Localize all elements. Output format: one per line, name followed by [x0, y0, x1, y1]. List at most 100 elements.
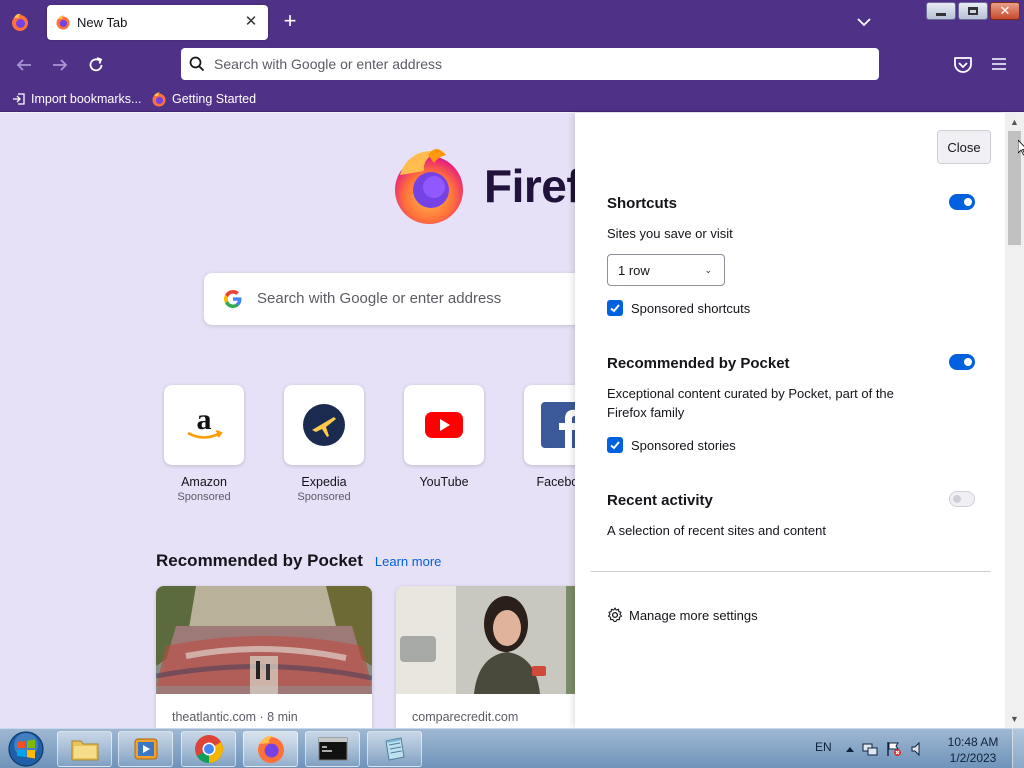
notepad-icon: [384, 737, 405, 761]
chrome-icon: [194, 735, 223, 763]
scroll-up-icon[interactable]: ▲: [1010, 117, 1019, 127]
tab-strip: New Tab ✕ + ✕: [0, 0, 1024, 44]
reload-button[interactable]: [83, 53, 109, 77]
tab-close-icon[interactable]: ✕: [241, 12, 261, 32]
tab-title: New Tab: [77, 15, 128, 30]
marathon-street-image: [156, 586, 372, 694]
pocket-card-image: [156, 586, 372, 694]
pocket-heading: Recommended by Pocket Learn more: [156, 551, 441, 571]
bookmark-getting-started[interactable]: Getting Started: [151, 90, 256, 108]
shortcut-amazon[interactable]: a Amazon Sponsored: [164, 385, 244, 503]
checkmark-icon: [610, 441, 620, 450]
system-clock[interactable]: 10:48 AM 1/2/2023: [942, 734, 1004, 766]
bookmark-import[interactable]: Import bookmarks...: [12, 90, 141, 108]
forward-button[interactable]: [47, 53, 73, 77]
pocket-toggle[interactable]: [949, 354, 975, 370]
terminal-icon: [318, 737, 347, 761]
network-icon[interactable]: [862, 741, 878, 757]
restore-icon: [968, 7, 978, 15]
new-tab-button[interactable]: +: [277, 9, 303, 35]
shortcuts-toggle[interactable]: [949, 194, 975, 210]
svg-text:a: a: [197, 405, 212, 436]
manage-settings-label: Manage more settings: [629, 607, 758, 623]
taskbar-chrome[interactable]: [181, 731, 236, 767]
nav-bar: [0, 44, 1024, 86]
taskbar-notepad[interactable]: [367, 731, 422, 767]
scroll-down-icon[interactable]: ▼: [1010, 714, 1019, 724]
bookmark-label: Getting Started: [172, 92, 257, 106]
shortcut-sponsored-label: Sponsored: [177, 491, 231, 503]
minimize-button[interactable]: [926, 2, 956, 20]
mouse-cursor-icon: [1018, 140, 1024, 156]
action-center-flag-icon[interactable]: [886, 741, 902, 757]
firefox-icon: [56, 15, 70, 30]
window-controls: ✕: [926, 2, 1020, 20]
taskbar-explorer[interactable]: [57, 731, 112, 767]
newtab-search-placeholder: Search with Google or enter address: [257, 290, 502, 307]
learn-more-link[interactable]: Learn more: [375, 554, 441, 569]
sponsored-shortcuts-row[interactable]: Sponsored shortcuts: [607, 299, 750, 317]
list-all-tabs-icon[interactable]: [852, 12, 876, 32]
taskbar-media-player[interactable]: [118, 731, 173, 767]
taskbar-command-prompt[interactable]: [305, 731, 360, 767]
rows-select-value: 1 row: [618, 263, 650, 278]
system-tray: [846, 741, 926, 757]
pocket-section-title: Recommended by Pocket: [607, 355, 790, 372]
shortcuts-section-title: Shortcuts: [607, 195, 678, 212]
recent-activity-toggle[interactable]: [949, 491, 975, 507]
checkmark-icon: [610, 304, 620, 313]
clock-date: 1/2/2023: [949, 751, 997, 765]
chevron-down-icon: ⌄: [704, 265, 712, 275]
back-button[interactable]: [11, 53, 37, 77]
shortcuts-section-desc: Sites you save or visit: [607, 226, 733, 241]
google-icon: [224, 290, 242, 308]
page-scrollbar[interactable]: ▲ ▼: [1005, 113, 1024, 728]
bookmarks-toolbar: Import bookmarks... Getting Started: [0, 86, 1024, 112]
sponsored-shortcuts-checkbox[interactable]: [607, 300, 623, 316]
shortcut-title: YouTube: [419, 475, 469, 489]
sponsored-shortcuts-label: Sponsored shortcuts: [631, 300, 751, 316]
recent-activity-desc: A selection of recent sites and content: [607, 523, 826, 538]
search-icon: [189, 56, 205, 72]
firefox-icon: [257, 735, 284, 763]
divider: [591, 571, 991, 572]
clock-time: 10:48 AM: [947, 735, 999, 749]
sponsored-stories-checkbox[interactable]: [607, 437, 623, 453]
show-desktop-button[interactable]: [1012, 729, 1024, 768]
volume-icon[interactable]: [910, 741, 926, 757]
back-arrow-icon: [16, 59, 31, 71]
shortcut-rows-select[interactable]: 1 row ⌄: [607, 254, 725, 286]
restore-button[interactable]: [958, 2, 988, 20]
shortcut-tile: [284, 385, 364, 465]
address-bar[interactable]: [181, 48, 879, 80]
sponsored-stories-row[interactable]: Sponsored stories: [607, 436, 736, 454]
media-player-icon: [134, 738, 157, 760]
shortcut-sponsored-label: Sponsored: [297, 491, 351, 503]
shortcut-tile: a: [164, 385, 244, 465]
close-button[interactable]: Close: [937, 130, 991, 164]
show-hidden-icons-icon[interactable]: [846, 745, 854, 753]
shortcut-title: Amazon: [181, 475, 227, 489]
youtube-icon: [425, 412, 463, 438]
shortcut-youtube[interactable]: YouTube: [404, 385, 484, 491]
forward-arrow-icon: [53, 59, 68, 71]
app-menu-icon[interactable]: [990, 56, 1008, 72]
firefox-icon: [152, 92, 166, 107]
language-indicator[interactable]: EN: [815, 740, 832, 754]
close-window-button[interactable]: ✕: [990, 2, 1020, 20]
start-button-icon[interactable]: [6, 730, 46, 768]
pocket-card[interactable]: theatlantic.com · 8 min: [156, 586, 372, 728]
tab-new-tab[interactable]: New Tab ✕: [47, 5, 268, 40]
shortcut-expedia[interactable]: Expedia Sponsored: [284, 385, 364, 503]
pocket-section-title: Recommended by Pocket: [156, 551, 363, 570]
close-icon: ✕: [999, 3, 1011, 18]
firefox-menu-icon[interactable]: [10, 12, 30, 32]
address-input[interactable]: [214, 48, 854, 80]
firefox-logo-icon: [395, 149, 463, 224]
taskbar-firefox[interactable]: [243, 731, 298, 767]
bookmark-label: Import bookmarks...: [31, 92, 142, 106]
manage-settings-link[interactable]: Manage more settings: [607, 607, 758, 623]
recent-activity-title: Recent activity: [607, 492, 713, 509]
pocket-icon[interactable]: [952, 55, 974, 75]
pocket-section-desc: Exceptional content curated by Pocket, p…: [607, 386, 894, 420]
